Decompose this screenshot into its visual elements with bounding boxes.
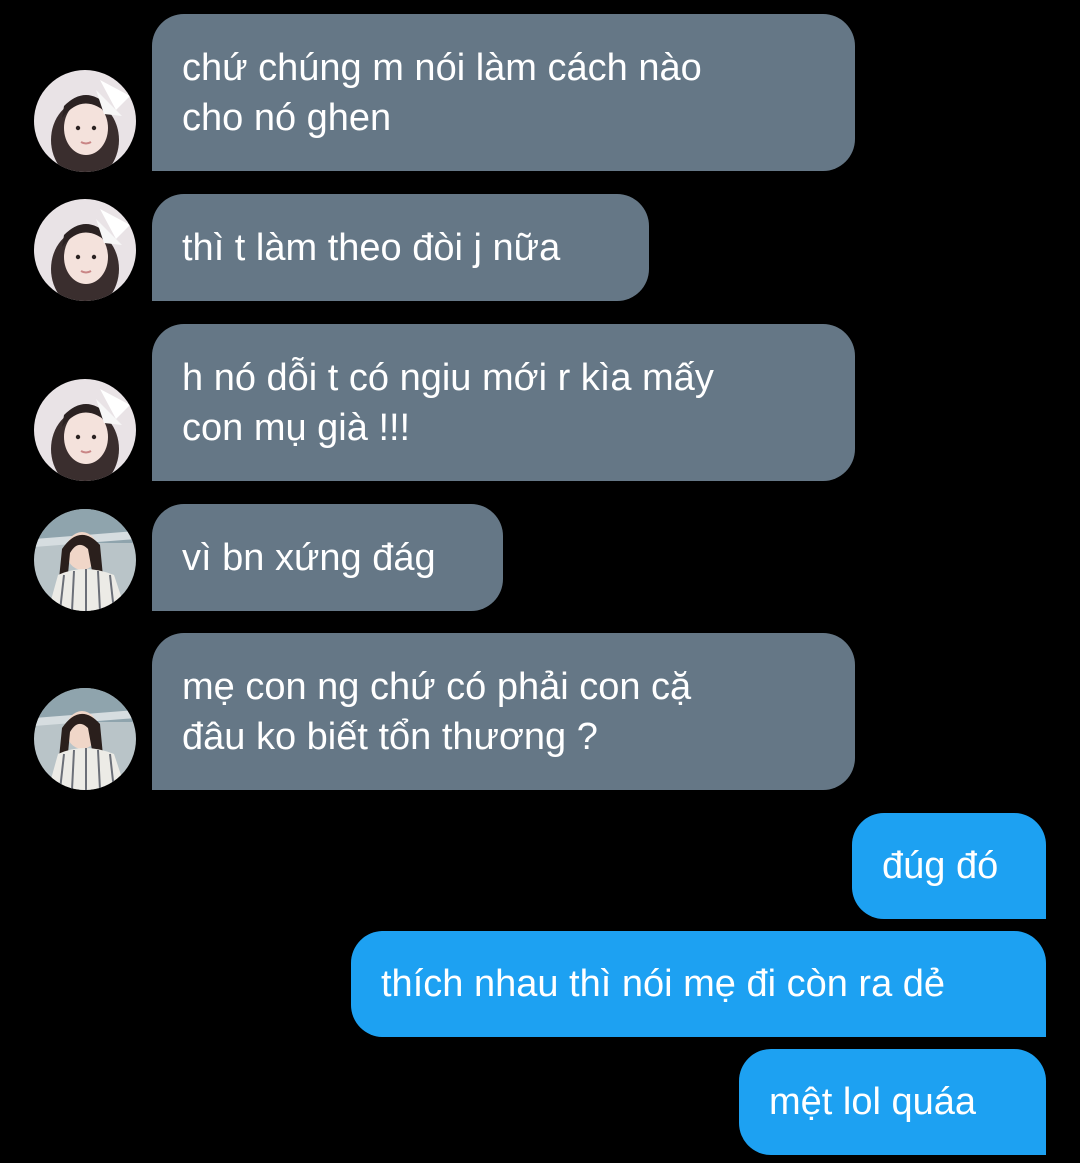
girl-striped-shirt-avatar-icon [34, 509, 136, 611]
girl-striped-shirt-avatar-icon [34, 688, 136, 790]
incoming-message-bubble[interactable]: vì bn xứng đág [152, 504, 503, 611]
girl-white-bow-avatar-icon [34, 379, 136, 481]
avatar[interactable] [34, 199, 136, 301]
avatar[interactable] [34, 509, 136, 611]
avatar[interactable] [34, 70, 136, 172]
outgoing-message-bubble[interactable]: đúg đó [852, 813, 1046, 919]
incoming-message-bubble[interactable]: thì t làm theo đòi j nữa [152, 194, 649, 301]
incoming-message-bubble[interactable]: mẹ con ng chứ có phải con cặ đâu ko biết… [152, 633, 855, 790]
incoming-message-bubble[interactable]: chứ chúng m nói làm cách nào cho nó ghen [152, 14, 855, 171]
outgoing-message-bubble[interactable]: mệt lol quáa [739, 1049, 1046, 1155]
incoming-message-bubble[interactable]: h nó dỗi t có ngiu mới r kìa mấy con mụ … [152, 324, 855, 481]
avatar[interactable] [34, 688, 136, 790]
girl-white-bow-avatar-icon [34, 70, 136, 172]
avatar[interactable] [34, 379, 136, 481]
outgoing-message-bubble[interactable]: thích nhau thì nói mẹ đi còn ra dẻ [351, 931, 1046, 1037]
girl-white-bow-avatar-icon [34, 199, 136, 301]
